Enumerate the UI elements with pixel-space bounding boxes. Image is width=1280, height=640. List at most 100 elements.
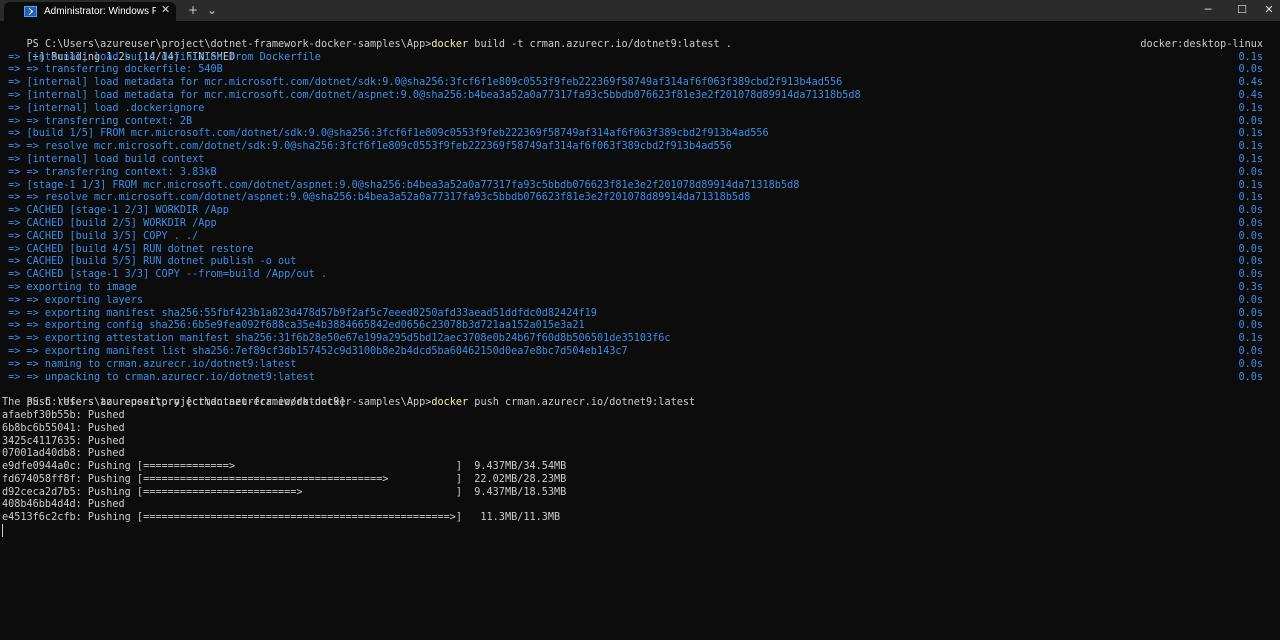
terminal-tab[interactable]: Administrator: Windows PowerShell ✕ <box>4 2 176 21</box>
build-step-time: 0.3s <box>1238 281 1263 293</box>
build-step-text: => => resolve mcr.microsoft.com/dotnet/a… <box>2 192 751 204</box>
build-step-line: => [internal] load .dockerignore 0.1s <box>2 103 1278 116</box>
push-line: The push refers to repository [crman.azu… <box>2 397 346 409</box>
build-step-text: => [internal] load build context <box>2 153 205 165</box>
terminal-output[interactable]: PS C:\Users\azureuser\project\dotnet-fra… <box>2 26 1278 525</box>
build-step-text: => CACHED [stage-1 2/3] WORKDIR /App <box>2 205 229 217</box>
build-step-line: => CACHED [build 4/5] RUN dotnet restore… <box>2 244 1278 257</box>
builder-name: docker:desktop-linux <box>1140 38 1263 50</box>
build-step-time: 0.4s <box>1238 77 1263 89</box>
build-step-line: => CACHED [build 3/5] COPY . ./ 0.0s <box>2 231 1278 244</box>
build-step-time: 0.0s <box>1238 371 1263 383</box>
build-step-time: 0.0s <box>1238 115 1263 127</box>
push-line: 408b46bb4d4d: Pushed <box>2 499 125 511</box>
build-steps: => [internal] load build definition from… <box>2 52 1278 385</box>
build-step-text: => [internal] load .dockerignore <box>2 102 205 114</box>
build-step-text: => => unpacking to crman.azurecr.io/dotn… <box>2 371 315 383</box>
build-step-text: => [build 1/5] FROM mcr.microsoft.com/do… <box>2 128 769 140</box>
build-step-line: => => resolve mcr.microsoft.com/dotnet/s… <box>2 141 1278 154</box>
build-step-line: => => exporting manifest list sha256:7ef… <box>2 346 1278 359</box>
build-step-line: => CACHED [stage-1 2/3] WORKDIR /App 0.0s <box>2 205 1278 218</box>
build-step-line: => [internal] load metadata for mcr.micr… <box>2 77 1278 90</box>
build-step-line: => CACHED [stage-1 3/3] COPY --from=buil… <box>2 269 1278 282</box>
build-step-text: => => exporting manifest sha256:55fbf423… <box>2 307 597 319</box>
build-step-text: => => naming to crman.azurecr.io/dotnet9… <box>2 358 297 370</box>
build-step-text: => CACHED [build 4/5] RUN dotnet restore <box>2 243 254 255</box>
push-line: fd674058ff8f: Pushing [=================… <box>2 473 567 485</box>
push-line: e9dfe0944a0c: Pushing [==============> ]… <box>2 461 567 473</box>
build-step-time: 0.1s <box>1238 333 1263 345</box>
build-step-time: 0.0s <box>1238 307 1263 319</box>
build-step-line: => CACHED [build 2/5] WORKDIR /App 0.0s <box>2 218 1278 231</box>
tab-dropdown-button[interactable]: ⌄ <box>202 1 222 19</box>
build-step-time: 0.4s <box>1238 89 1263 101</box>
build-step-line: => => transferring context: 2B 0.0s <box>2 116 1278 129</box>
build-step-line: => [internal] load build context 0.1s <box>2 154 1278 167</box>
build-step-time: 0.0s <box>1238 243 1263 255</box>
build-step-text: => CACHED [stage-1 3/3] COPY --from=buil… <box>2 269 328 281</box>
build-status-line: [+] Building 1.2s (14/14) FINISHED docke… <box>2 38 1278 63</box>
build-step-text: => CACHED [build 3/5] COPY . ./ <box>2 230 199 242</box>
title-bar: Administrator: Windows PowerShell ✕ + ⌄ … <box>0 0 1280 21</box>
push-line: d92ceca2d7b5: Pushing [=================… <box>2 486 567 498</box>
close-button[interactable]: ✕ <box>1258 0 1280 21</box>
build-step-text: => [internal] load metadata for mcr.micr… <box>2 77 843 89</box>
build-step-time: 0.0s <box>1238 320 1263 332</box>
build-step-text: => [internal] load build definition from… <box>2 51 321 63</box>
maximize-button[interactable]: ☐ <box>1224 0 1260 21</box>
build-step-time: 0.1s <box>1238 179 1263 191</box>
build-step-text: => => transferring context: 2B <box>2 115 193 127</box>
prompt-line: PS C:\Users\azureuser\project\dotnet-fra… <box>2 26 1278 50</box>
tab-close-icon[interactable]: ✕ <box>161 3 170 16</box>
build-step-line: => [stage-1 1/3] FROM mcr.microsoft.com/… <box>2 180 1278 193</box>
build-step-time: 0.0s <box>1238 217 1263 229</box>
build-step-line: => => resolve mcr.microsoft.com/dotnet/a… <box>2 192 1278 205</box>
build-step-time: 0.1s <box>1238 153 1263 165</box>
build-step-text: => CACHED [build 2/5] WORKDIR /App <box>2 217 217 229</box>
build-step-text: => [internal] load metadata for mcr.micr… <box>2 89 861 101</box>
build-step-time: 0.0s <box>1238 64 1263 76</box>
build-step-time: 0.0s <box>1238 294 1263 306</box>
build-step-line: => => exporting layers 0.0s <box>2 295 1278 308</box>
build-step-text: => => transferring dockerfile: 540B <box>2 64 223 76</box>
build-step-text: => => exporting manifest list sha256:7ef… <box>2 345 628 357</box>
build-step-text: => => exporting attestation manifest sha… <box>2 333 671 345</box>
prompt-line: PS C:\Users\azureuser\project\dotnet-fra… <box>2 384 1278 408</box>
push-line: 07001ad40db8: Pushed <box>2 448 125 460</box>
build-step-line: => CACHED [build 5/5] RUN dotnet publish… <box>2 256 1278 269</box>
build-step-line: => exporting to image 0.3s <box>2 282 1278 295</box>
push-line: afaebf30b55b: Pushed <box>2 409 125 421</box>
push-line: 6b8bc6b55041: Pushed <box>2 422 125 434</box>
build-step-text: => => exporting config sha256:6b5e9fea09… <box>2 320 585 332</box>
build-step-time: 0.0s <box>1238 345 1263 357</box>
minimize-button[interactable]: ─ <box>1190 0 1226 21</box>
build-step-line: => => transferring context: 3.83kB 0.0s <box>2 167 1278 180</box>
build-step-time: 0.1s <box>1238 141 1263 153</box>
build-step-time: 0.0s <box>1238 269 1263 281</box>
build-step-time: 0.0s <box>1238 205 1263 217</box>
build-step-time: 0.1s <box>1238 128 1263 140</box>
build-step-time: 0.0s <box>1238 166 1263 178</box>
build-step-text: => exporting to image <box>2 281 137 293</box>
new-tab-button[interactable]: + <box>183 1 203 19</box>
build-step-line: => [internal] load build definition from… <box>2 52 1278 65</box>
build-step-text: => => resolve mcr.microsoft.com/dotnet/s… <box>2 141 732 153</box>
build-step-text: => => exporting layers <box>2 294 144 306</box>
build-step-time: 0.0s <box>1238 230 1263 242</box>
build-step-line: => [internal] load metadata for mcr.micr… <box>2 90 1278 103</box>
build-step-line: => => naming to crman.azurecr.io/dotnet9… <box>2 359 1278 372</box>
build-step-time: 0.1s <box>1238 192 1263 204</box>
build-step-line: => [build 1/5] FROM mcr.microsoft.com/do… <box>2 128 1278 141</box>
build-step-line: => => transferring dockerfile: 540B 0.0s <box>2 64 1278 77</box>
build-step-time: 0.1s <box>1238 102 1263 114</box>
build-step-line: => => exporting attestation manifest sha… <box>2 333 1278 346</box>
build-step-text: => [stage-1 1/3] FROM mcr.microsoft.com/… <box>2 179 800 191</box>
build-step-text: => CACHED [build 5/5] RUN dotnet publish… <box>2 256 297 268</box>
build-step-line: => => unpacking to crman.azurecr.io/dotn… <box>2 372 1278 385</box>
push-line: 3425c4117635: Pushed <box>2 435 125 447</box>
build-step-line: => => exporting manifest sha256:55fbf423… <box>2 308 1278 321</box>
tab-title: Administrator: Windows PowerShell <box>44 6 156 17</box>
build-step-time: 0.0s <box>1238 256 1263 268</box>
build-step-time: 0.0s <box>1238 358 1263 370</box>
build-step-text: => => transferring context: 3.83kB <box>2 166 217 178</box>
